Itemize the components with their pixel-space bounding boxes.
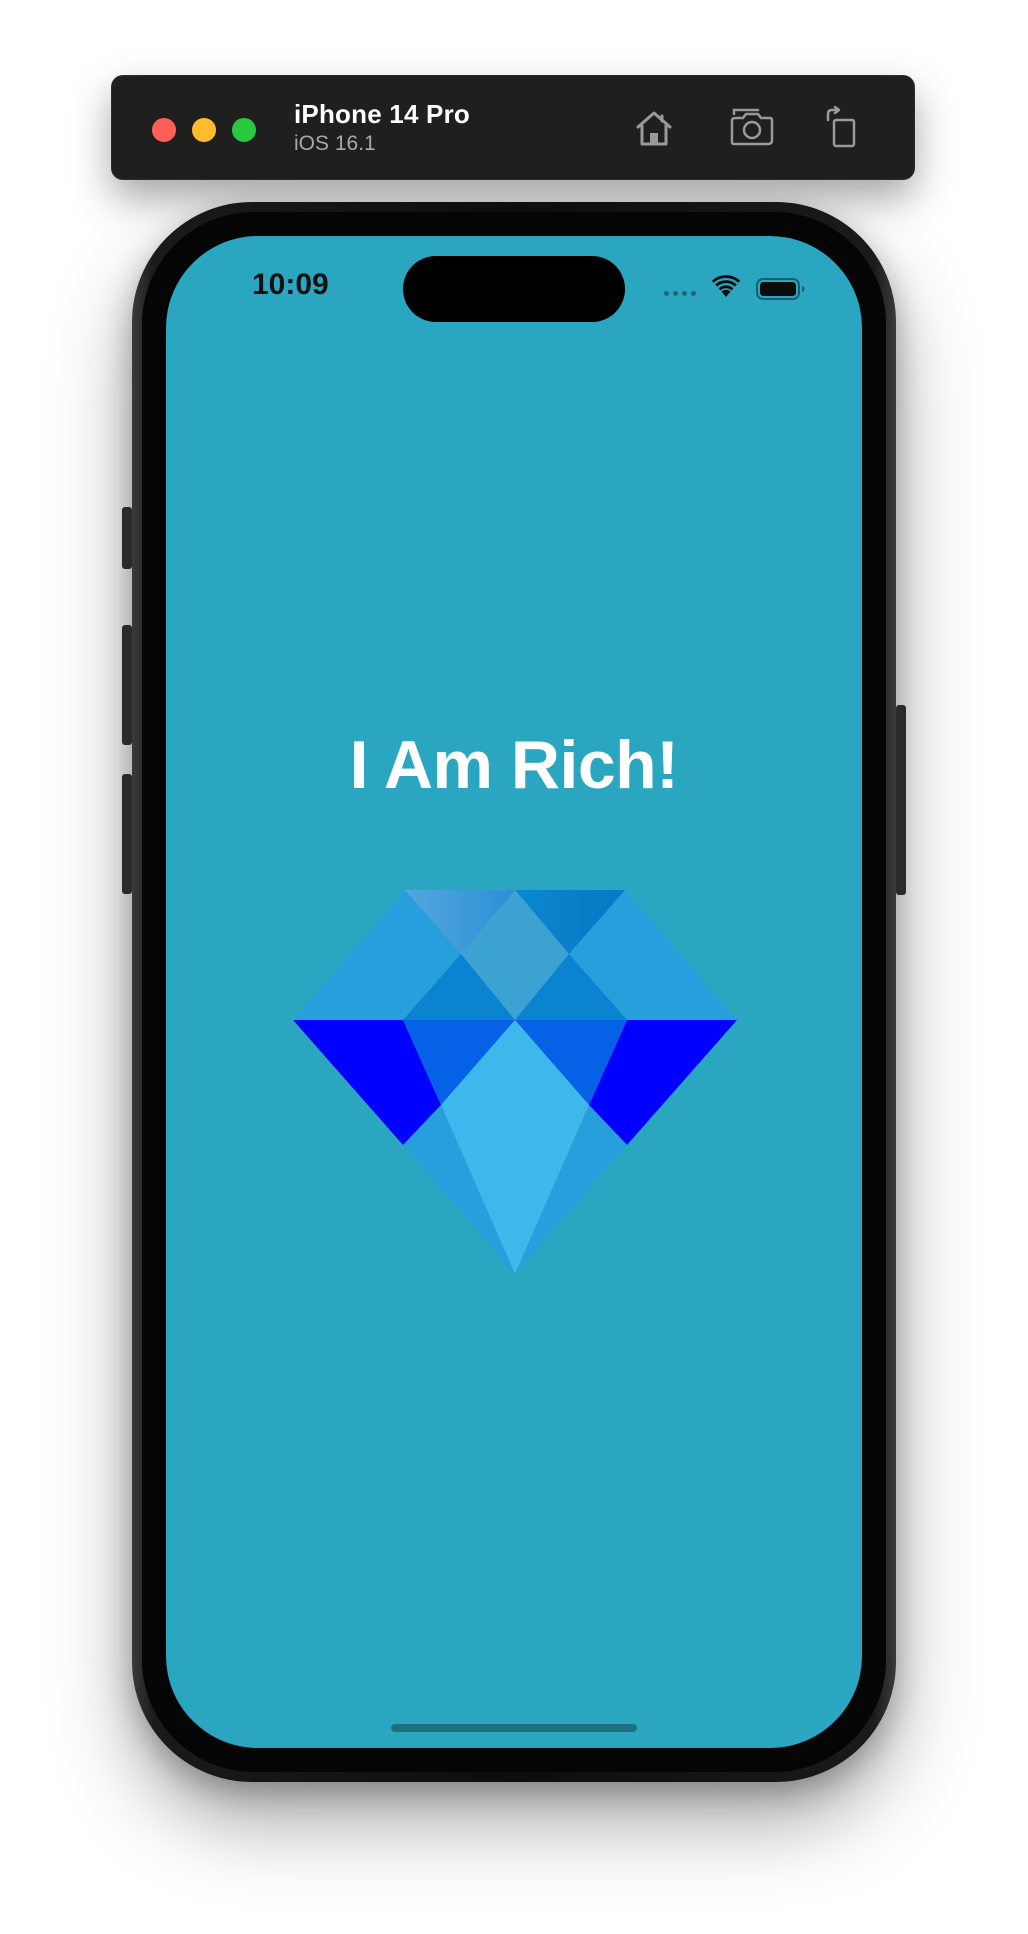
screenshot-button[interactable] xyxy=(727,103,777,153)
zoom-window-button[interactable] xyxy=(232,118,256,142)
diamond-icon xyxy=(293,890,737,1274)
wifi-icon xyxy=(711,275,741,297)
simulator-stage: iPhone 14 Pro iOS 16.1 10:09 I Am Rich! xyxy=(0,0,1028,1934)
os-version: iOS 16.1 xyxy=(294,132,376,155)
status-time: 10:09 xyxy=(252,268,329,301)
battery-icon xyxy=(756,278,805,300)
power-button xyxy=(896,705,906,895)
home-indicator[interactable] xyxy=(391,1724,637,1732)
volume-up-button xyxy=(122,625,132,745)
home-icon xyxy=(636,111,672,146)
phone-screen[interactable]: 10:09 I Am Rich! xyxy=(166,236,862,1748)
volume-down-button xyxy=(122,774,132,894)
rotate-button[interactable] xyxy=(817,103,867,153)
home-button[interactable] xyxy=(629,103,679,153)
close-window-button[interactable] xyxy=(152,118,176,142)
rotate-icon xyxy=(826,106,856,148)
minimize-window-button[interactable] xyxy=(192,118,216,142)
dynamic-island xyxy=(403,256,625,322)
simulator-toolbar: iPhone 14 Pro iOS 16.1 xyxy=(111,75,915,180)
silent-switch xyxy=(122,507,132,569)
screenshot-icon xyxy=(730,108,774,146)
device-name: iPhone 14 Pro xyxy=(294,99,470,129)
app-title: I Am Rich! xyxy=(349,727,679,803)
cellular-signal-icon xyxy=(664,291,696,296)
